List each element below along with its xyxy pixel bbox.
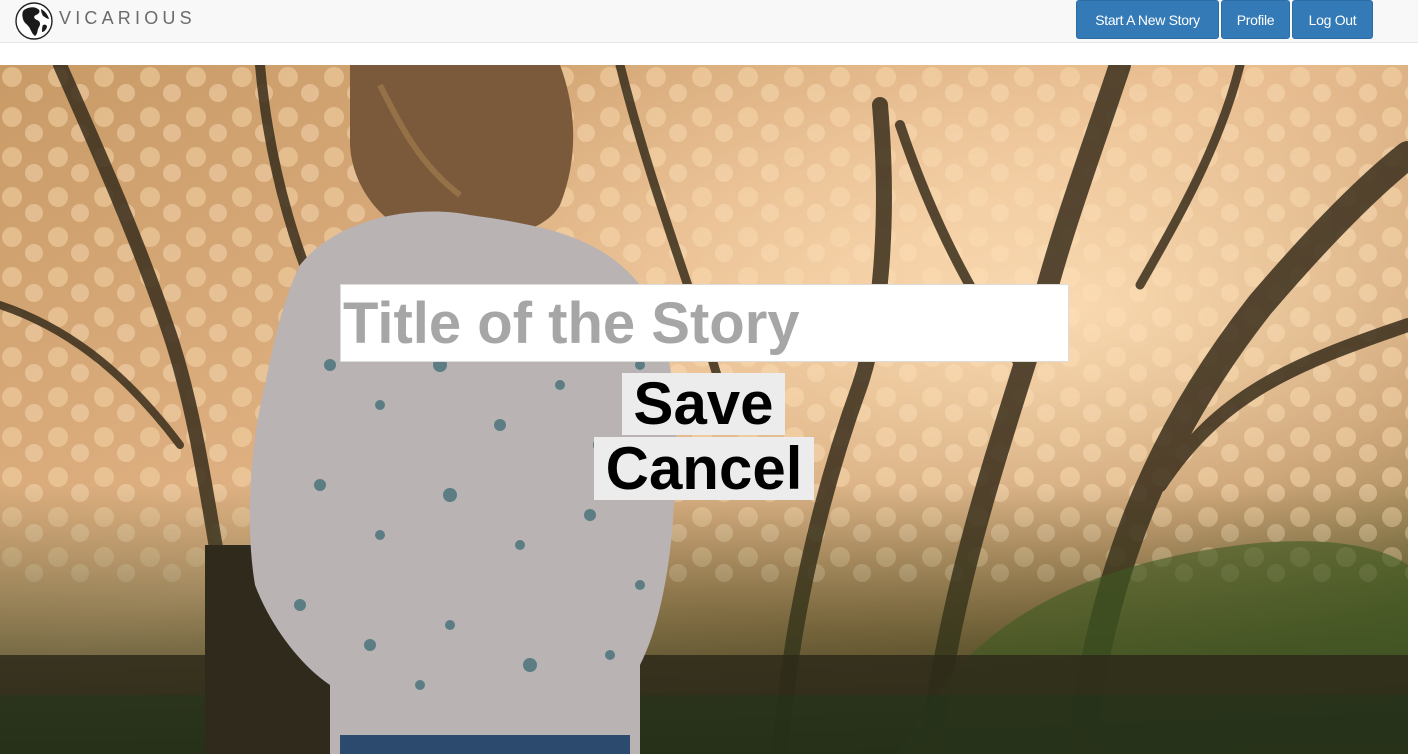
brand-logo-link[interactable]: VICARIOUS [14,0,196,42]
start-new-story-button[interactable]: Start A New Story [1076,0,1219,39]
brand-name: VICARIOUS [59,8,196,28]
cancel-button[interactable]: Cancel [594,437,814,500]
globe-icon [15,2,53,40]
profile-button[interactable]: Profile [1221,0,1290,39]
save-button[interactable]: Save [622,373,785,435]
log-out-button[interactable]: Log Out [1292,0,1373,39]
top-navbar: VICARIOUS Start A New Story Profile Log … [0,0,1418,43]
story-title-input[interactable] [340,284,1069,362]
hero-background-image: Save Cancel [0,65,1408,754]
